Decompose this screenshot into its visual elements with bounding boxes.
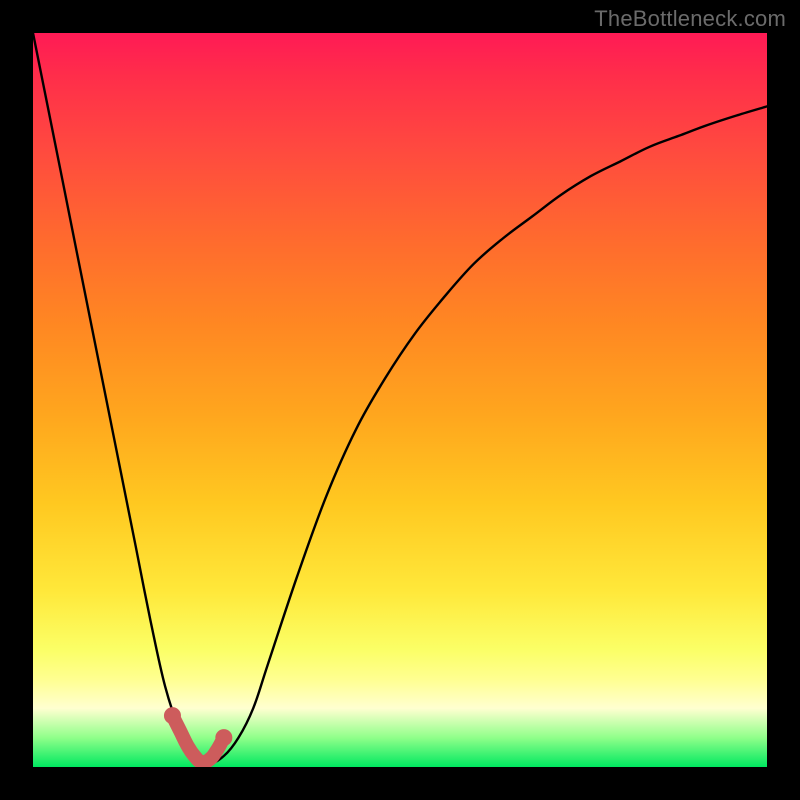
curve-svg [33,33,767,767]
watermark-text: TheBottleneck.com [594,6,786,32]
marker-dot-left [164,708,180,724]
bottleneck-curve [33,33,767,763]
plot-area [33,33,767,767]
chart-frame: TheBottleneck.com [0,0,800,800]
marker-dot-right [216,730,232,746]
